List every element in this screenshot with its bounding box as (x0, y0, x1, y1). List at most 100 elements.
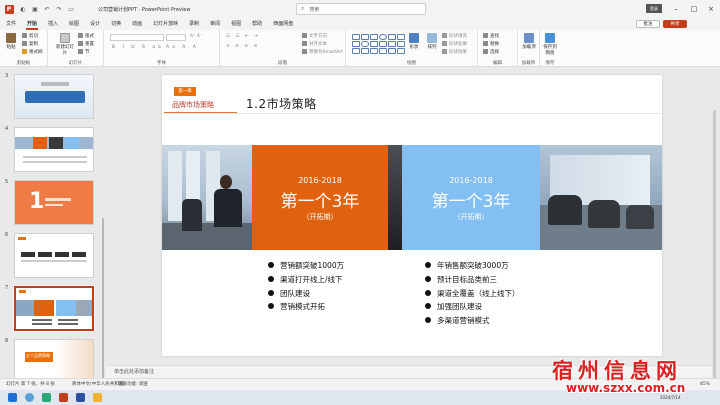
align-buttons[interactable]: ≡ ≡ ≡ ≡ (226, 44, 259, 50)
cut-button[interactable]: 剪切 (22, 33, 38, 39)
rectangle-shape-icon[interactable] (370, 34, 378, 40)
redo-icon[interactable]: ↷ (54, 4, 64, 14)
select-icon (483, 49, 488, 54)
editor-scrollbar[interactable] (712, 70, 718, 380)
minimize-icon[interactable]: – (670, 3, 682, 15)
textbox-shape-icon[interactable] (352, 48, 360, 54)
accessibility-status[interactable]: 辅助功能: 调查 (118, 379, 148, 390)
tab-animations[interactable]: 动画 (131, 18, 143, 30)
shape-fill-button[interactable]: 形状填充 (442, 33, 467, 39)
current-slide[interactable]: 第一章 品牌市场策略 1.2市场策略 2016-2018 第一个3年 （开拓期）… (162, 75, 662, 356)
tab-draw[interactable]: 绘图 (68, 18, 80, 30)
browser-icon[interactable] (42, 393, 51, 402)
folder-icon[interactable] (93, 393, 102, 402)
present-icon[interactable]: ▭ (66, 4, 76, 14)
addins-icon (524, 33, 534, 43)
comment-button[interactable]: 批注 (636, 20, 660, 28)
font-grow-icon[interactable]: A⁺ A⁻ (190, 34, 202, 40)
tab-view[interactable]: 视图 (230, 18, 242, 30)
windows-start-icon[interactable] (8, 393, 17, 402)
reset-button[interactable]: 重置 (78, 41, 94, 47)
autosave-icon[interactable]: ◐ (18, 4, 28, 14)
rounded-shape-icon[interactable] (361, 41, 369, 47)
group-editing: 查找 替换 选择 编辑 (478, 30, 518, 67)
brace-shape-icon[interactable] (388, 41, 396, 47)
save-to-cloud-button[interactable]: 保存到网盘 (542, 33, 558, 56)
search-input[interactable]: ⌕ 搜索 (296, 3, 426, 15)
tab-file[interactable]: 文件 (5, 18, 17, 30)
star-shape-icon[interactable] (397, 41, 405, 47)
powerpoint-logo-icon: P (0, 0, 18, 18)
slide-thumbnail-6[interactable] (14, 233, 94, 278)
paste-button[interactable]: 粘贴 (3, 33, 19, 50)
line-shape-icon[interactable] (352, 34, 360, 40)
rectangle-shape-icon[interactable] (352, 41, 360, 47)
slide-thumbnail-4[interactable] (14, 127, 94, 172)
new-slide-button[interactable]: 新建幻灯片 (54, 33, 76, 56)
tab-design[interactable]: 设计 (89, 18, 101, 30)
addins-button[interactable]: 加载项 (521, 33, 537, 50)
font-format-buttons[interactable]: B I U S ab (112, 45, 164, 51)
font-name-input[interactable] (110, 34, 164, 41)
align-text-button[interactable]: 对齐文本 (302, 41, 327, 47)
arrange-button[interactable]: 排列 (424, 33, 440, 50)
document-title: 公司营销计划PPT · PowerPoint Preview (98, 6, 191, 13)
select-button[interactable]: 选择 (483, 49, 499, 55)
arrange-icon (427, 33, 437, 43)
group-paragraph: ☰ ☰ ⇤ ⇥ ≡ ≡ ≡ ≡ 文字方向 对齐文本 转换为SmartArt 段落 (220, 30, 346, 67)
copy-button[interactable]: 复制 (22, 41, 38, 47)
shape-gallery[interactable] (352, 34, 405, 54)
arrow-shape-icon[interactable] (397, 34, 405, 40)
shape-effects-button[interactable]: 形状效果 (442, 49, 467, 55)
replace-button[interactable]: 替换 (483, 41, 499, 47)
bullet-list-left: 营销额突破1000万 渠道打开线上/线下 团队建设 营销模式开拓 (268, 259, 344, 314)
find-button[interactable]: 查找 (483, 33, 499, 39)
zoom-level[interactable]: 85% (700, 379, 710, 390)
maximize-icon[interactable]: □ (688, 3, 700, 15)
flow-shape-icon[interactable] (370, 48, 378, 54)
tab-insert[interactable]: 插入 (47, 18, 59, 30)
tab-home[interactable]: 开始 (26, 18, 39, 30)
slide-thumbnail-7[interactable] (13, 285, 95, 332)
tab-slideshow[interactable]: 幻灯片放映 (152, 18, 179, 30)
slide-thumbnail-5[interactable]: 1 (14, 180, 94, 225)
shape-outline-button[interactable]: 形状轮廓 (442, 41, 467, 47)
triangle-shape-icon[interactable] (388, 34, 396, 40)
flow-shape-icon[interactable] (388, 48, 396, 54)
tab-cloud[interactable]: 西面网盘 (272, 18, 294, 30)
photoshop-icon[interactable] (76, 393, 85, 402)
format-painter-button[interactable]: 格式刷 (22, 49, 43, 55)
thumbnail-scrollbar[interactable] (102, 218, 104, 398)
text-direction-button[interactable]: 文字方向 (302, 33, 327, 39)
tab-record[interactable]: 录制 (188, 18, 200, 30)
arrow-shape-icon[interactable] (379, 41, 387, 47)
smartart-button[interactable]: 转换为SmartArt (302, 49, 343, 55)
oval-shape-icon[interactable] (379, 34, 387, 40)
undo-icon[interactable]: ↶ (42, 4, 52, 14)
tab-help[interactable]: 帮助 (251, 18, 263, 30)
font-size-input[interactable] (166, 34, 186, 41)
layout-button[interactable]: 版式 (78, 33, 94, 39)
copy-icon (22, 41, 27, 46)
callout-shape-icon[interactable] (361, 48, 369, 54)
line-shape-icon[interactable] (361, 34, 369, 40)
tab-review[interactable]: 审阅 (209, 18, 221, 30)
tab-transitions[interactable]: 切换 (110, 18, 122, 30)
flow-shape-icon[interactable] (379, 48, 387, 54)
slide-thumbnail-8[interactable]: 五个品牌策略 (14, 339, 94, 379)
save-icon[interactable]: ▣ (30, 4, 40, 14)
powerpoint-taskbar-icon[interactable] (59, 393, 68, 402)
sign-in-button[interactable]: 登录 (646, 4, 662, 13)
shape-button[interactable]: 形状 (406, 33, 422, 50)
slide-thumbnail-3[interactable] (14, 74, 94, 119)
share-button[interactable]: 共享 (663, 20, 687, 28)
meeting-room-photo-right (540, 145, 662, 250)
font-color-buttons[interactable]: Aa A A (166, 45, 199, 51)
section-button[interactable]: 节 (78, 49, 90, 55)
search-taskbar-icon[interactable] (25, 393, 34, 402)
close-icon[interactable]: × (705, 3, 717, 15)
more-shapes-icon[interactable] (397, 48, 405, 54)
smartart-icon (302, 49, 307, 54)
arrow-shape-icon[interactable] (370, 41, 378, 47)
list-buttons[interactable]: ☰ ☰ ⇤ ⇥ (226, 34, 260, 40)
